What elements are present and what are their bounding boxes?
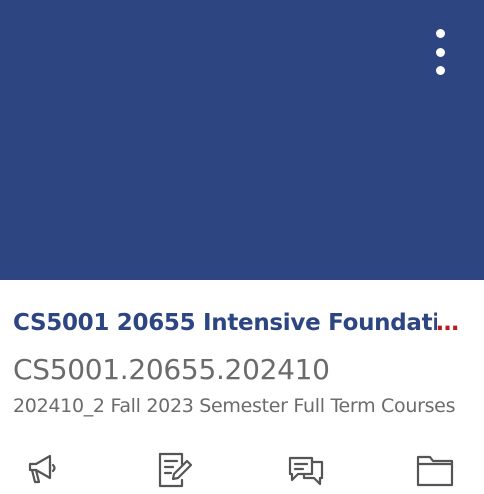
course-title-link[interactable]: CS5001 20655 Intensive Foundati… [13, 306, 459, 340]
announcements-button[interactable] [18, 444, 66, 492]
files-icon [416, 455, 454, 487]
files-button[interactable] [411, 444, 459, 492]
kebab-menu-icon[interactable] [424, 24, 456, 80]
assignments-button[interactable] [150, 444, 198, 492]
course-card-hero[interactable] [0, 0, 484, 280]
discussions-icon [288, 456, 324, 486]
course-code: CS5001.20655.202410 [13, 353, 330, 386]
course-title: CS5001 20655 Intensive Foundati [13, 310, 437, 336]
assignments-icon [158, 452, 193, 488]
title-ellipsis: … [436, 310, 459, 336]
course-term: 202410_2 Fall 2023 Semester Full Term Co… [13, 395, 456, 417]
kebab-dot [435, 29, 445, 38]
course-info: CS5001 20655 Intensive Foundati… CS5001.… [13, 306, 459, 418]
course-actions [0, 444, 484, 494]
course-card: CS5001 20655 Intensive Foundati… CS5001.… [0, 0, 484, 494]
discussions-button[interactable] [282, 444, 330, 492]
kebab-dot [435, 47, 445, 57]
kebab-dot [435, 66, 445, 75]
announcements-icon [28, 454, 56, 484]
